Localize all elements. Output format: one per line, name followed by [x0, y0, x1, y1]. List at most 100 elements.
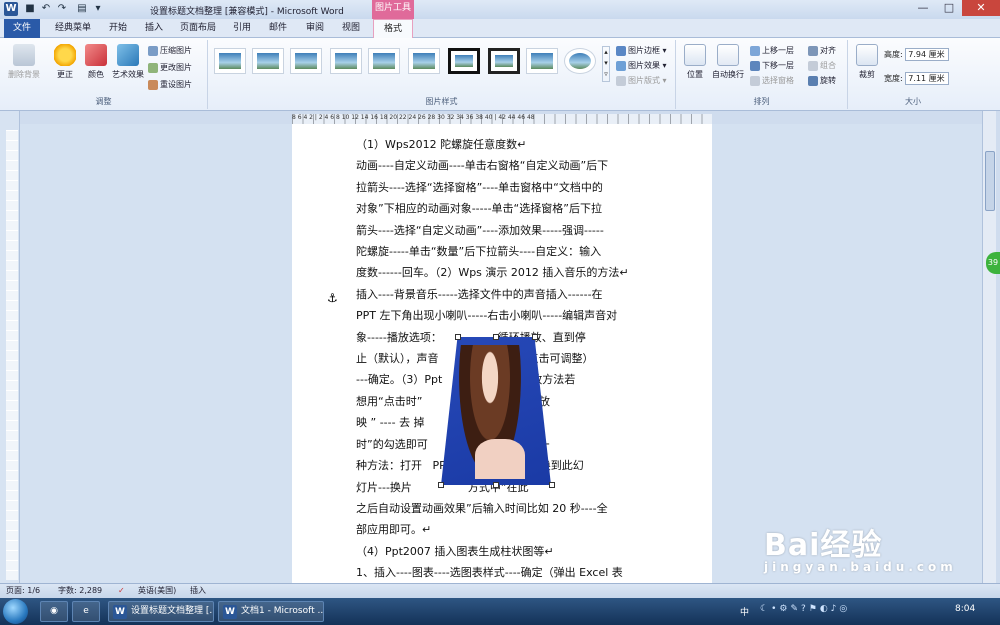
page-count[interactable]: 页面: 1/6: [6, 584, 40, 598]
styles-gallery-scroll[interactable]: ▴ ▾ ▿: [602, 46, 610, 82]
ribbon-tab-bar: 文件 经典菜单 开始 插入 页面布局 引用 邮件 审阅 视图 格式: [0, 19, 1000, 38]
resize-handle-bl[interactable]: [438, 482, 444, 488]
compress-icon: [148, 45, 158, 56]
picture-style-9[interactable]: [526, 48, 558, 74]
save-icon[interactable]: ■: [24, 3, 36, 15]
ime-indicator[interactable]: 中: [740, 605, 749, 618]
picture-style-2[interactable]: [252, 48, 284, 74]
language-status[interactable]: 英语(美国): [138, 584, 176, 598]
picture-style-4[interactable]: [330, 48, 362, 74]
picture-style-8[interactable]: [488, 48, 520, 74]
tab-format[interactable]: 格式: [373, 19, 413, 38]
start-button[interactable]: [3, 599, 28, 624]
picture-style-7[interactable]: [448, 48, 480, 74]
rotate-button[interactable]: 旋转: [808, 75, 836, 86]
picture-style-6[interactable]: [408, 48, 440, 74]
align-button[interactable]: 对齐: [808, 45, 836, 56]
picture-style-3[interactable]: [290, 48, 322, 74]
group-button[interactable]: 组合: [808, 60, 836, 71]
wrap-text-button[interactable]: 自动换行: [710, 44, 746, 80]
picture-effects-button[interactable]: 图片效果 ▾: [616, 60, 667, 71]
insert-mode[interactable]: 插入: [190, 584, 206, 598]
selection-pane-button[interactable]: 选择窗格: [750, 75, 794, 86]
document-page[interactable]: （1）Wps2012 陀螺旋任意度数↵ 动画----自定义动画----单击右窗格…: [292, 124, 712, 583]
scrollbar-thumb[interactable]: [985, 151, 995, 211]
remove-background-button[interactable]: 删除背景: [6, 44, 42, 80]
system-tray-icons[interactable]: ☾•⚙✎?⚑◐♪◎: [760, 604, 850, 614]
taskbar-word-window-2[interactable]: W 文档1 - Microsoft ...: [218, 601, 324, 622]
vertical-ruler[interactable]: [6, 130, 18, 580]
reset-picture-icon: [148, 79, 158, 90]
anchor-icon[interactable]: ⚓: [327, 291, 338, 305]
title-bar: W ■ ↶ ↷ ▤ ▾ 设置标题文档整理 [兼容模式] - Microsoft …: [0, 0, 1000, 19]
doc-line: 1、插入----图表----选图表样式----确定（弹出 Excel 表: [356, 566, 623, 580]
side-badge[interactable]: 39: [986, 252, 1000, 274]
send-backward-button[interactable]: 下移一层: [750, 60, 794, 71]
color-button[interactable]: 颜色: [82, 44, 110, 80]
doc-line: （1）Wps2012 陀螺旋任意度数↵: [356, 138, 527, 151]
picture-styles-group-label: 图片样式: [425, 97, 458, 106]
selected-picture[interactable]: [441, 337, 551, 485]
height-row: 高度: 7.94 厘米: [884, 48, 950, 61]
tab-page-layout[interactable]: 页面布局: [180, 22, 216, 35]
windows-taskbar: ◉ e W 设置标题文档整理 [... W 文档1 - Microsoft ... …: [0, 598, 1000, 625]
picture-style-1[interactable]: [214, 48, 246, 74]
undo-icon[interactable]: ↶: [40, 3, 52, 15]
tab-review[interactable]: 审阅: [306, 22, 324, 35]
doc-line: 插入----背景音乐-----选择文件中的声音插入------在: [356, 287, 603, 301]
tab-mailings[interactable]: 邮件: [269, 22, 287, 35]
adjust-group: 删除背景 更正 颜色 艺术效果 压缩图片 更改图片 重设图片 调整: [0, 40, 208, 109]
arrange-group-label: 排列: [753, 97, 770, 106]
width-label: 宽度:: [884, 74, 903, 83]
tab-classic-menu[interactable]: 经典菜单: [55, 22, 91, 35]
crop-icon: [856, 44, 878, 66]
customize-quick-access-icon[interactable]: ▾: [92, 3, 104, 15]
tab-insert[interactable]: 插入: [145, 22, 163, 35]
resize-handle-tc[interactable]: [493, 334, 499, 340]
width-input[interactable]: 7.11 厘米: [905, 72, 950, 85]
resize-handle-tl[interactable]: [455, 334, 461, 340]
close-button[interactable]: ✕: [962, 0, 1000, 16]
taskbar-word-window-1[interactable]: W 设置标题文档整理 [...: [108, 601, 214, 622]
tab-file[interactable]: 文件: [4, 19, 40, 38]
word-count[interactable]: 字数: 2,289: [58, 584, 102, 598]
change-picture-button[interactable]: 更改图片: [148, 62, 192, 73]
align-icon: [808, 45, 818, 56]
resize-handle-tr[interactable]: [532, 334, 538, 340]
position-button[interactable]: 位置: [682, 44, 708, 80]
taskbar-pin-1[interactable]: ◉: [40, 601, 68, 622]
proofing-icon[interactable]: ✓: [118, 584, 125, 598]
word-app-icon[interactable]: W: [4, 2, 18, 16]
status-bar: 页面: 1/6 字数: 2,289 ✓ 英语(美国) 插入: [0, 583, 1000, 598]
resize-handle-bc[interactable]: [493, 482, 499, 488]
height-label: 高度:: [884, 50, 903, 59]
tab-view[interactable]: 视图: [342, 22, 360, 35]
height-input[interactable]: 7.94 厘米: [905, 48, 950, 61]
resize-handle-br[interactable]: [549, 482, 555, 488]
picture-style-10[interactable]: [564, 48, 596, 74]
minimize-button[interactable]: —: [910, 0, 936, 16]
maximize-button[interactable]: □: [936, 0, 962, 16]
crop-button[interactable]: 裁剪: [854, 44, 880, 80]
art-effects-button[interactable]: 艺术效果: [110, 44, 146, 80]
doc-line: 部应用即可。↵: [356, 523, 432, 537]
redo-icon[interactable]: ↷: [56, 3, 68, 15]
taskbar-pin-ie[interactable]: e: [72, 601, 100, 622]
bring-forward-button[interactable]: 上移一层: [750, 45, 794, 56]
corrections-button[interactable]: 更正: [50, 44, 80, 80]
tab-references[interactable]: 引用: [233, 22, 251, 35]
picture-style-5[interactable]: [368, 48, 400, 74]
word-icon: W: [223, 605, 237, 619]
change-picture-icon: [148, 62, 158, 73]
picture-layout-icon: [616, 75, 626, 86]
selection-pane-icon: [750, 75, 760, 86]
reset-picture-button[interactable]: 重设图片: [148, 79, 192, 90]
quick-access-icon[interactable]: ▤: [76, 3, 88, 15]
clock[interactable]: 8:04: [955, 604, 975, 614]
compress-pictures-button[interactable]: 压缩图片: [148, 45, 192, 56]
baidu-jingyan-watermark: Bai经验 jingyan.baidu.com: [764, 520, 957, 574]
vertical-scrollbar[interactable]: [982, 111, 996, 583]
tab-home[interactable]: 开始: [109, 22, 127, 35]
picture-layout-button[interactable]: 图片版式 ▾: [616, 75, 667, 86]
picture-border-button[interactable]: 图片边框 ▾: [616, 45, 667, 56]
